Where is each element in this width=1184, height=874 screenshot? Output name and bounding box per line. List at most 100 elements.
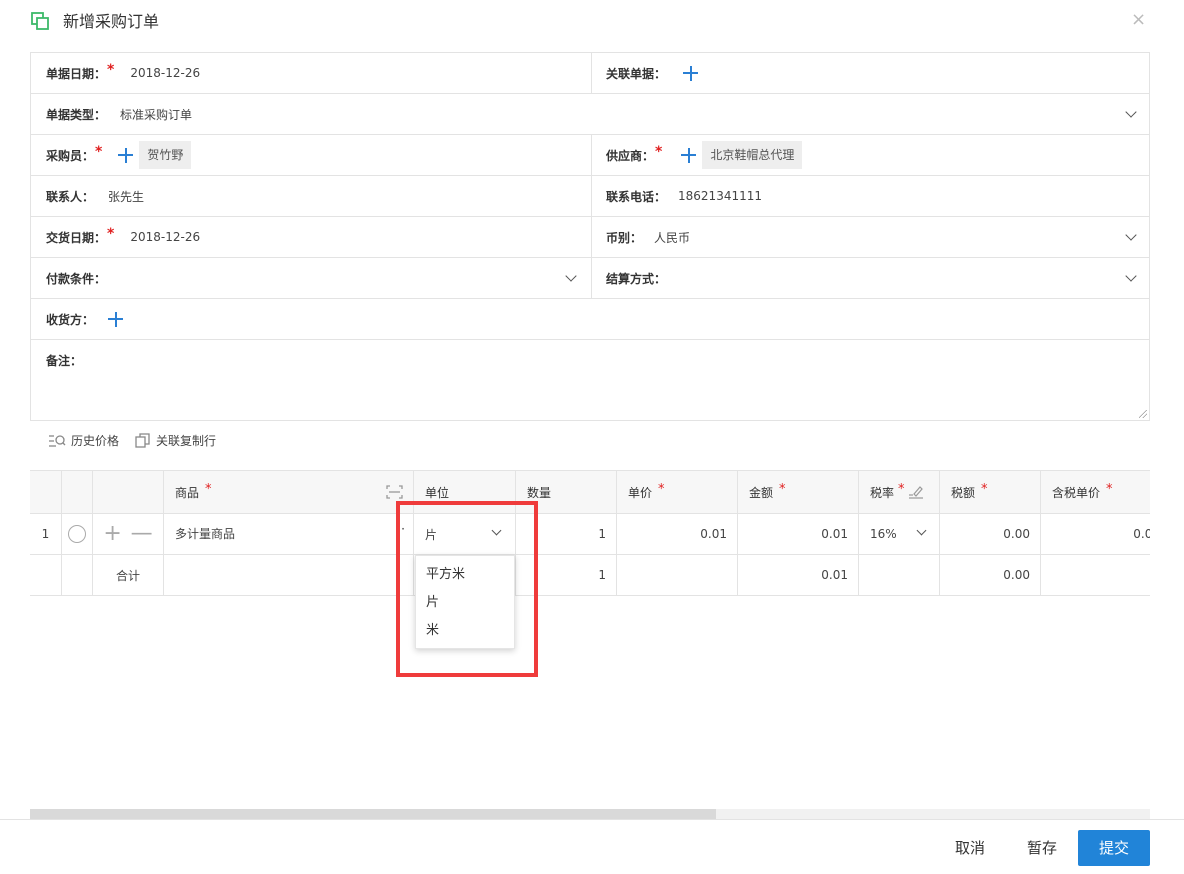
add-receiver-icon[interactable] (108, 311, 124, 327)
total-row: 合计 1 0.01 0.00 (30, 555, 1150, 596)
chevron-down-icon[interactable] (916, 525, 927, 536)
product-table: 商品 * 单位 数量 单价 * 金额 * 税率 * 税额 * 含税单价 * 1 … (30, 470, 1150, 596)
phone-value[interactable]: 18621341111 (678, 189, 762, 203)
row-product[interactable]: 多计量商品 · (164, 514, 414, 554)
form-row: 付款条件： 结算方式： (31, 258, 1149, 299)
payment-terms-label: 付款条件： (46, 271, 107, 286)
form-row: 收货方： (31, 299, 1149, 340)
header-product: 商品 * (164, 471, 414, 513)
horizontal-scrollbar[interactable] (30, 809, 1150, 819)
chevron-down-icon[interactable] (1125, 229, 1137, 241)
currency-label: 币别： (606, 230, 643, 245)
row-tax-rate-select[interactable]: 16% (859, 514, 940, 554)
delivery-date-value[interactable]: 2018-12-26 (130, 230, 200, 244)
header-actions (93, 471, 164, 513)
add-row-icon[interactable]: + (103, 523, 121, 545)
copy-icon (135, 433, 150, 448)
history-price-label: 历史价格 (71, 434, 120, 448)
copy-related-label: 关联复制行 (156, 434, 217, 448)
purchase-order-dialog: 新增采购订单 × 单据日期： * 2018-12-26 关联单据： 单据类型： 标… (0, 0, 1184, 874)
header-product-label: 商品 (175, 485, 200, 500)
doc-type-field[interactable]: 单据类型： 标准采购订单 (46, 94, 192, 134)
header-qty-label: 数量 (527, 485, 552, 500)
header-tax-rate-label: 税率 (870, 485, 895, 500)
chevron-down-icon[interactable] (565, 270, 577, 282)
order-date-field[interactable]: 单据日期： * 2018-12-26 (46, 53, 200, 93)
contact-field[interactable]: 联系人： 张先生 (46, 176, 144, 216)
add-supplier-icon[interactable] (681, 147, 697, 163)
buyer-field: 采购员： * 贺竹野 (46, 135, 192, 175)
header-unit-label: 单位 (425, 485, 450, 500)
copy-related-button[interactable]: 关联复制行 (135, 432, 216, 449)
add-related-doc-icon[interactable] (683, 65, 699, 81)
buyer-label: 采购员： (46, 148, 95, 163)
form-row: 交货日期： * 2018-12-26 币别： 人民币 (31, 217, 1149, 258)
total-amount: 0.01 (738, 555, 859, 595)
header-select (62, 471, 93, 513)
total-select (62, 555, 93, 595)
memo-field[interactable]: 备注： (31, 340, 1149, 420)
order-date-value[interactable]: 2018-12-26 (130, 66, 200, 80)
history-price-button[interactable]: 历史价格 (48, 432, 119, 449)
doc-type-value[interactable]: 标准采购订单 (120, 106, 192, 123)
footer-divider (0, 819, 1184, 820)
related-doc-label: 关联单据： (606, 66, 667, 81)
remove-row-icon[interactable]: — (131, 523, 153, 545)
row-index: 1 (30, 514, 62, 554)
row-product-name: 多计量商品 (175, 527, 236, 541)
batch-edit-icon[interactable] (908, 485, 924, 499)
order-date-label: 单据日期： (46, 66, 107, 81)
submit-button[interactable]: 提交 (1078, 830, 1150, 866)
row-tax-rate-value: 16% (870, 527, 897, 541)
chevron-down-icon[interactable] (1125, 106, 1137, 118)
contact-value[interactable]: 张先生 (108, 188, 144, 205)
phone-field[interactable]: 联系电话： 18621341111 (606, 176, 762, 216)
settlement-label: 结算方式： (606, 271, 667, 286)
resize-handle-icon[interactable] (1139, 410, 1147, 418)
dialog-title: 新增采购订单 (63, 12, 160, 31)
header-tax-rate: 税率 * (859, 471, 940, 513)
receiver-label: 收货方： (46, 312, 95, 327)
buyer-chip[interactable]: 贺竹野 (139, 141, 192, 169)
form-row: 单据日期： * 2018-12-26 关联单据： (31, 53, 1149, 94)
delivery-date-label: 交货日期： (46, 230, 107, 245)
header-tax: 税额 * (940, 471, 1041, 513)
currency-field[interactable]: 币别： 人民币 (606, 217, 690, 257)
row-price[interactable]: 0.01 (617, 514, 738, 554)
scan-icon[interactable] (386, 485, 403, 499)
required-mark: * (898, 481, 905, 497)
total-product (164, 555, 414, 595)
row-tax[interactable]: 0.00 (940, 514, 1041, 554)
save-draft-button[interactable]: 暂存 (1014, 830, 1070, 866)
total-tax-price (1041, 555, 1150, 595)
row-select (62, 514, 93, 554)
contact-label: 联系人： (46, 189, 95, 204)
currency-value[interactable]: 人民币 (654, 229, 690, 246)
cancel-button[interactable]: 取消 (942, 830, 998, 866)
form-row: 单据类型： 标准采购订单 (31, 94, 1149, 135)
history-search-icon (49, 434, 66, 447)
required-mark: * (655, 144, 663, 160)
delivery-date-field[interactable]: 交货日期： * 2018-12-26 (46, 217, 200, 257)
scrollbar-thumb[interactable] (30, 809, 716, 819)
order-form: 单据日期： * 2018-12-26 关联单据： 单据类型： 标准采购订单 采购员… (30, 52, 1150, 421)
supplier-chip[interactable]: 北京鞋帽总代理 (702, 141, 803, 169)
payment-terms-field[interactable]: 付款条件： (46, 258, 106, 298)
row-radio[interactable] (68, 525, 86, 543)
add-buyer-icon[interactable] (118, 147, 134, 163)
required-mark: * (107, 226, 115, 242)
chevron-down-icon[interactable] (1125, 270, 1137, 282)
required-mark: * (981, 481, 988, 497)
required-mark: * (779, 481, 786, 497)
phone-label: 联系电话： (606, 189, 667, 204)
row-tax-price[interactable]: 0.01 (1041, 514, 1150, 554)
total-label: 合计 (93, 555, 164, 595)
row-amount[interactable]: 0.01 (738, 514, 859, 554)
close-icon[interactable]: × (1131, 10, 1146, 30)
header-index (30, 471, 62, 513)
related-doc-field: 关联单据： (606, 53, 699, 93)
header-amount: 金额 * (738, 471, 859, 513)
required-mark: * (107, 62, 115, 78)
header-tax-price-label: 含税单价 (1052, 485, 1101, 500)
settlement-field[interactable]: 结算方式： (606, 258, 666, 298)
